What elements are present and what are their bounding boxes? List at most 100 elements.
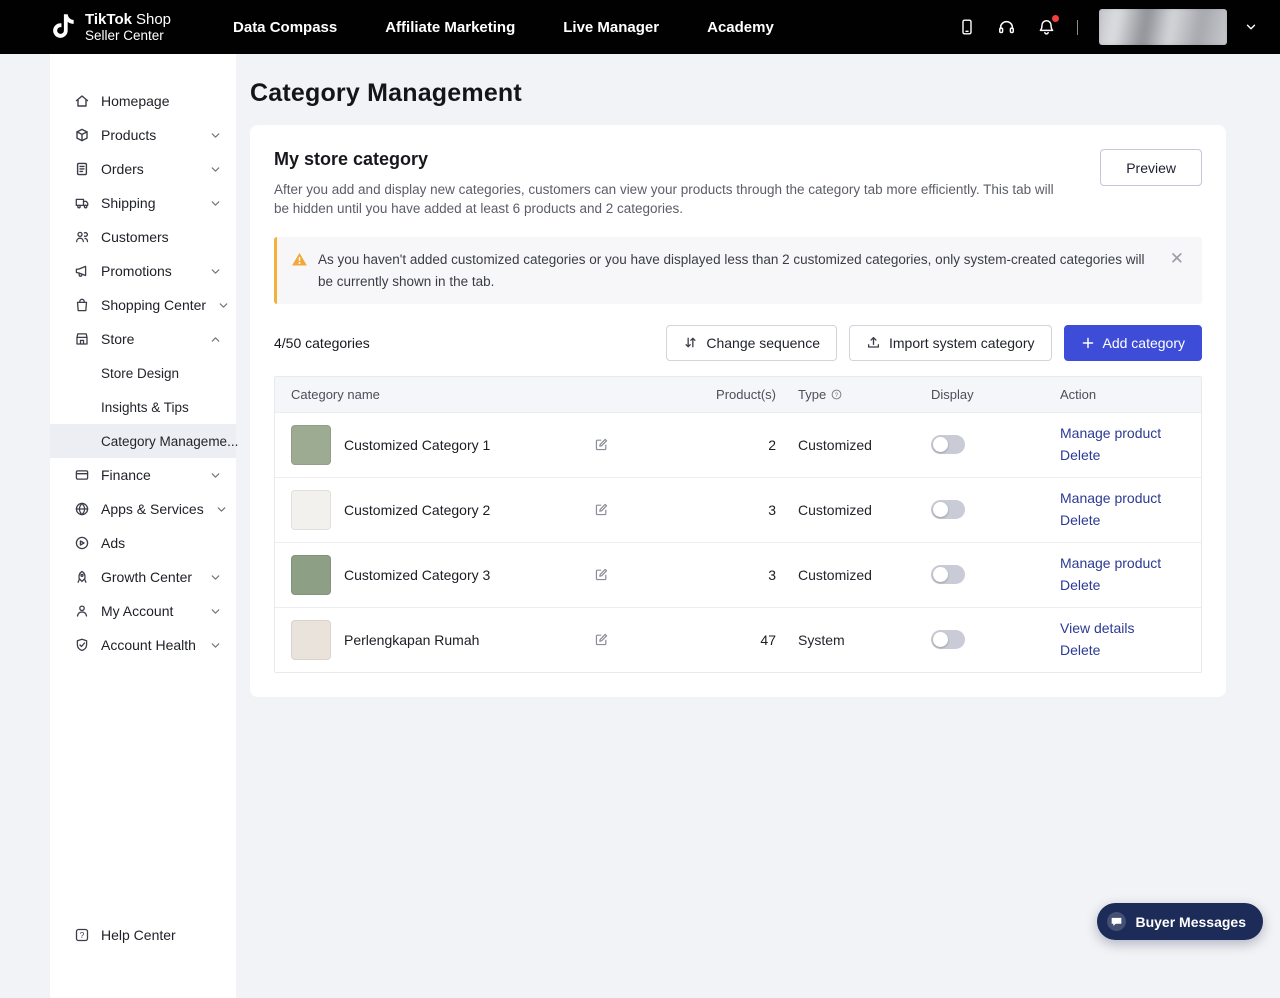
toggle-knob (933, 567, 948, 582)
top-nav-menu: Data Compass Affiliate Marketing Live Ma… (233, 19, 774, 36)
product-count: 3 (706, 567, 776, 583)
sidebar-item-label: Ads (101, 535, 125, 551)
sidebar-item-account-health[interactable]: Account Health (50, 628, 236, 662)
manage-product-link[interactable]: Manage product (1060, 423, 1185, 444)
view-details-link[interactable]: View details (1060, 618, 1185, 639)
sidebar-item-help-center[interactable]: ? Help Center (50, 918, 236, 952)
sidebar-item-orders[interactable]: Orders (50, 152, 236, 186)
import-system-category-label: Import system category (889, 335, 1035, 351)
category-name: Perlengkapan Rumah (344, 632, 594, 648)
column-header-category-name: Category name (291, 387, 706, 402)
avatar-blurred-image (1099, 9, 1227, 45)
table-row: Customized Category 3 3 Customized Manag… (275, 542, 1201, 607)
sidebar-subitem-category-management[interactable]: Category Manageme... (50, 424, 236, 458)
my-store-category-card: My store category After you add and disp… (250, 125, 1226, 697)
sidebar-item-growth-center[interactable]: Growth Center (50, 560, 236, 594)
delete-link[interactable]: Delete (1060, 510, 1185, 531)
sidebar-item-products[interactable]: Products (50, 118, 236, 152)
sidebar-item-promotions[interactable]: Promotions (50, 254, 236, 288)
topnav-right (958, 9, 1280, 45)
sidebar-item-store[interactable]: Store (50, 322, 236, 356)
account-avatar[interactable] (1099, 9, 1227, 45)
sidebar-item-my-account[interactable]: My Account (50, 594, 236, 628)
logo-subtitle: Seller Center (85, 28, 171, 44)
type-header-label: Type (798, 387, 826, 402)
product-count: 3 (706, 502, 776, 518)
import-icon (866, 335, 881, 350)
sidebar-subitem-insights-tips[interactable]: Insights & Tips (50, 390, 236, 424)
alert-text: As you haven't added customized categori… (318, 249, 1148, 292)
toggle-knob (933, 632, 948, 647)
sidebar-item-shipping[interactable]: Shipping (50, 186, 236, 220)
category-count: 4/50 categories (274, 335, 370, 351)
add-category-button[interactable]: Add category (1064, 325, 1203, 361)
chevron-down-icon (209, 469, 222, 482)
close-icon[interactable]: ✕ (1166, 249, 1188, 268)
tiktok-note-icon (50, 12, 76, 42)
sidebar-subitem-store-design[interactable]: Store Design (50, 356, 236, 390)
category-name: Customized Category 3 (344, 567, 594, 583)
chevron-down-icon (209, 639, 222, 652)
sidebar-item-label: Customers (101, 229, 169, 245)
buyer-messages-button[interactable]: Buyer Messages (1097, 903, 1263, 940)
nav-item-affiliate-marketing[interactable]: Affiliate Marketing (385, 19, 515, 36)
svg-text:?: ? (835, 392, 839, 399)
import-system-category-button[interactable]: Import system category (849, 325, 1052, 361)
page-title: Category Management (250, 79, 1226, 108)
edit-icon[interactable] (594, 632, 609, 647)
sidebar-item-label: Account Health (101, 637, 196, 653)
preview-button[interactable]: Preview (1100, 149, 1202, 186)
edit-icon[interactable] (594, 437, 609, 452)
change-sequence-label: Change sequence (706, 335, 820, 351)
sidebar-item-label: Growth Center (101, 569, 192, 585)
svg-text:?: ? (80, 930, 85, 940)
sidebar-item-apps-services[interactable]: Apps & Services (50, 492, 236, 526)
category-type: Customized (776, 437, 926, 453)
delete-link[interactable]: Delete (1060, 640, 1185, 661)
sidebar-item-label: Promotions (101, 263, 172, 279)
delete-link[interactable]: Delete (1060, 575, 1185, 596)
sidebar-item-homepage[interactable]: Homepage (50, 84, 236, 118)
notification-dot (1052, 15, 1059, 22)
chevron-down-icon (209, 197, 222, 210)
account-chevron-down-icon[interactable] (1244, 20, 1258, 34)
mobile-app-icon[interactable] (958, 18, 976, 36)
category-thumbnail (291, 620, 331, 660)
change-sequence-button[interactable]: Change sequence (666, 325, 837, 361)
display-toggle[interactable] (931, 565, 965, 584)
display-toggle[interactable] (931, 630, 965, 649)
sidebar-item-label: Apps & Services (101, 501, 204, 517)
edit-icon[interactable] (594, 502, 609, 517)
column-header-display: Display (926, 387, 1060, 402)
manage-product-link[interactable]: Manage product (1060, 553, 1185, 574)
main-content: Category Management My store category Af… (250, 54, 1226, 998)
nav-item-academy[interactable]: Academy (707, 19, 774, 36)
growth-rocket-icon (74, 569, 90, 585)
account-health-shield-icon (74, 637, 90, 653)
delete-link[interactable]: Delete (1060, 445, 1185, 466)
sidebar-item-ads[interactable]: Ads (50, 526, 236, 560)
card-heading: My store category (274, 149, 1060, 170)
sidebar-item-customers[interactable]: Customers (50, 220, 236, 254)
support-headset-icon[interactable] (997, 18, 1016, 37)
topnav-divider (1077, 20, 1078, 35)
info-icon[interactable]: ? (830, 388, 843, 401)
edit-icon[interactable] (594, 567, 609, 582)
sidebar-item-shopping-center[interactable]: Shopping Center (50, 288, 236, 322)
nav-item-data-compass[interactable]: Data Compass (233, 19, 337, 36)
display-toggle[interactable] (931, 435, 965, 454)
category-type: Customized (776, 567, 926, 583)
manage-product-link[interactable]: Manage product (1060, 488, 1185, 509)
sidebar-item-label: Shopping Center (101, 297, 206, 313)
buyer-messages-label: Buyer Messages (1135, 914, 1246, 930)
add-category-label: Add category (1103, 335, 1186, 351)
chevron-down-icon (209, 163, 222, 176)
nav-item-live-manager[interactable]: Live Manager (563, 19, 659, 36)
category-table: Category name Product(s) Type ? Display … (274, 376, 1202, 673)
help-icon: ? (74, 927, 90, 943)
display-toggle[interactable] (931, 500, 965, 519)
notifications-bell-icon[interactable] (1037, 18, 1056, 37)
logo-brand-regular: Shop (136, 11, 171, 28)
tiktok-shop-logo[interactable]: TikTokShop Seller Center (50, 11, 171, 44)
sidebar-item-finance[interactable]: Finance (50, 458, 236, 492)
